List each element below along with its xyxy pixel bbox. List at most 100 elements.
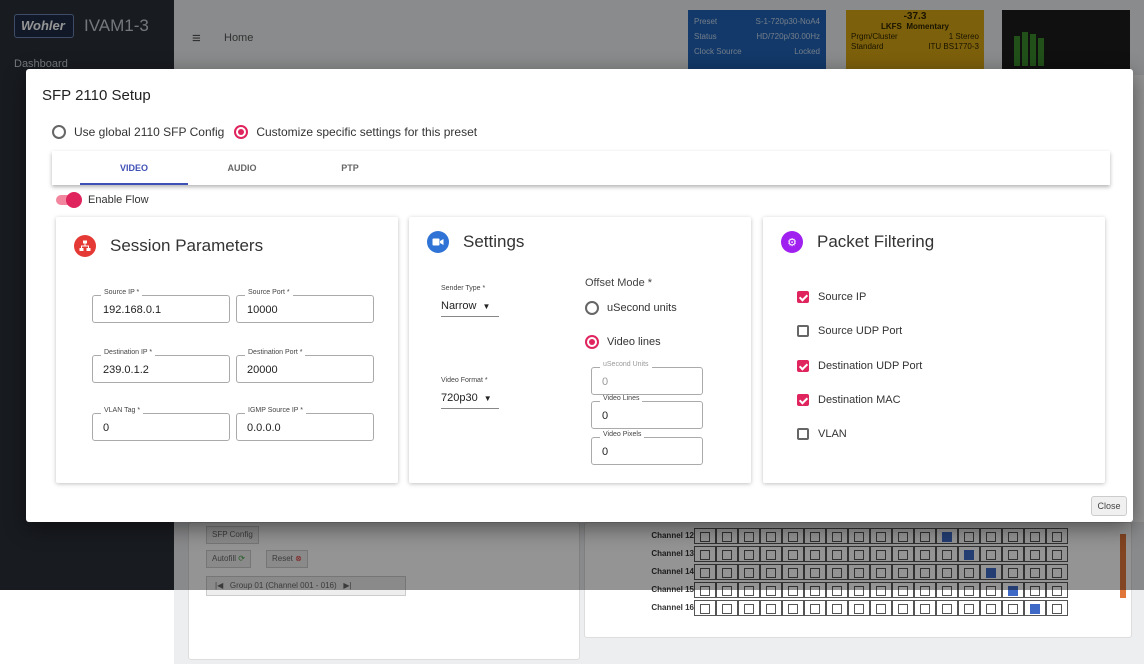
custom-settings-label[interactable]: Customize specific settings for this pre…	[256, 125, 477, 139]
destination-port-label: Destination Port *	[245, 349, 306, 356]
session-parameters-card: Session Parameters Source IP * 192.168.0.…	[56, 217, 398, 483]
channel-checkbox[interactable]	[738, 600, 760, 616]
igmp-source-ip-value[interactable]: 0.0.0.0	[247, 422, 281, 434]
igmp-source-ip-field[interactable]: IGMP Source IP * 0.0.0.0	[236, 407, 374, 441]
source-port-value[interactable]: 10000	[247, 304, 278, 316]
source-ip-value[interactable]: 192.168.0.1	[103, 304, 161, 316]
usecond-units-field[interactable]: uSecond Units 0	[591, 361, 703, 395]
channel-row	[694, 600, 1068, 616]
video-pixels-value[interactable]: 0	[602, 446, 608, 458]
destination-ip-field[interactable]: Destination IP * 239.0.1.2	[92, 349, 230, 383]
settings-card: Settings Sender Type * Narrow ▼ Video For…	[409, 217, 751, 483]
packet-filtering-card: ⚙ Packet Filtering Source IP Source UDP …	[763, 217, 1105, 483]
custom-settings-radio[interactable]	[234, 125, 249, 139]
source-ip-field[interactable]: Source IP * 192.168.0.1	[92, 289, 230, 323]
network-icon	[74, 235, 96, 257]
video-lines-option[interactable]: Video lines	[585, 335, 661, 349]
enable-flow-toggle[interactable]	[56, 192, 82, 208]
sfp-2110-setup-dialog: SFP 2110 Setup Use global 2110 SFP Confi…	[26, 69, 1133, 522]
video-pixels-field[interactable]: Video Pixels 0	[591, 431, 703, 465]
channel-checkbox[interactable]	[804, 600, 826, 616]
sender-type-select[interactable]: Sender Type * Narrow ▼	[441, 285, 499, 317]
usecond-units-option[interactable]: uSecond units	[585, 301, 677, 315]
enable-flow-label: Enable Flow	[88, 194, 149, 206]
channel-checkbox[interactable]	[892, 600, 914, 616]
dropdown-arrow-icon: ▼	[483, 393, 492, 403]
vlan-tag-value[interactable]: 0	[103, 422, 109, 434]
source-ip-label: Source IP *	[101, 289, 143, 296]
video-lines-field-label: Video Lines	[600, 395, 643, 402]
video-lines-label: Video lines	[607, 336, 661, 348]
vlan-tag-field[interactable]: VLAN Tag * 0	[92, 407, 230, 441]
checkbox[interactable]	[797, 325, 809, 337]
video-format-label: Video Format *	[441, 377, 488, 384]
channel-checkbox[interactable]	[914, 600, 936, 616]
channel-checkbox[interactable]	[826, 600, 848, 616]
destination-port-field[interactable]: Destination Port * 20000	[236, 349, 374, 383]
settings-header: Settings	[427, 231, 524, 253]
filter-label: Source UDP Port	[818, 325, 903, 337]
session-parameters-header: Session Parameters	[74, 235, 263, 257]
filter-label: Source IP	[818, 291, 867, 303]
channel-checkbox[interactable]	[1024, 600, 1046, 616]
filter-vlan[interactable]: VLAN	[797, 428, 847, 440]
global-config-radio[interactable]	[52, 125, 66, 139]
config-scope: Use global 2110 SFP Config Customize spe…	[52, 125, 477, 139]
global-config-label[interactable]: Use global 2110 SFP Config	[74, 125, 224, 139]
app-root: Wohler IVAM1-3 Dashboard ≡ Home Preset S-…	[0, 0, 1144, 664]
channel-checkbox[interactable]	[936, 600, 958, 616]
close-button[interactable]: Close	[1091, 496, 1127, 516]
channel-checkbox[interactable]	[716, 600, 738, 616]
channel-checkbox[interactable]	[870, 600, 892, 616]
destination-port-value[interactable]: 20000	[247, 364, 278, 376]
sender-type-label: Sender Type *	[441, 285, 486, 292]
checkbox[interactable]	[797, 291, 809, 303]
gear-icon: ⚙	[781, 231, 803, 253]
channel-checkbox[interactable]	[958, 600, 980, 616]
source-port-field[interactable]: Source Port * 10000	[236, 289, 374, 323]
channel-checkbox[interactable]	[782, 600, 804, 616]
video-lines-value[interactable]: 0	[602, 410, 608, 422]
tab-bar: VIDEO AUDIO PTP	[52, 151, 1110, 185]
usecond-units-label: uSecond units	[607, 302, 677, 314]
checkbox[interactable]	[797, 394, 809, 406]
session-parameters-title: Session Parameters	[110, 236, 264, 255]
channel-checkbox[interactable]	[694, 600, 716, 616]
sender-type-value: Narrow	[441, 300, 477, 312]
video-format-value: 720p30	[441, 392, 478, 404]
channel-checkbox[interactable]	[980, 600, 1002, 616]
usecond-units-value[interactable]: 0	[602, 376, 608, 388]
destination-ip-value[interactable]: 239.0.1.2	[103, 364, 149, 376]
usecond-units-radio[interactable]	[585, 301, 599, 315]
checkbox[interactable]	[797, 428, 809, 440]
usecond-units-field-label: uSecond Units	[600, 361, 652, 368]
enable-flow-row: Enable Flow	[56, 192, 149, 208]
checkbox[interactable]	[797, 360, 809, 372]
channel-checkbox[interactable]	[760, 600, 782, 616]
tab-audio[interactable]: AUDIO	[188, 151, 296, 185]
vlan-tag-label: VLAN Tag *	[101, 407, 144, 414]
tab-video[interactable]: VIDEO	[80, 151, 188, 185]
offset-mode-label: Offset Mode *	[585, 277, 653, 289]
video-lines-radio[interactable]	[585, 335, 599, 349]
destination-ip-label: Destination IP *	[101, 349, 156, 356]
filter-destination-mac[interactable]: Destination MAC	[797, 394, 901, 406]
channel-label: Channel 16	[651, 603, 694, 612]
source-port-label: Source Port *	[245, 289, 293, 296]
filter-label: Destination MAC	[818, 394, 901, 406]
video-pixels-field-label: Video Pixels	[600, 431, 645, 438]
video-format-select[interactable]: Video Format * 720p30 ▼	[441, 377, 499, 409]
video-lines-field[interactable]: Video Lines 0	[591, 395, 703, 429]
tab-ptp[interactable]: PTP	[296, 151, 404, 185]
packet-filtering-header: ⚙ Packet Filtering	[781, 231, 934, 253]
channel-checkbox[interactable]	[848, 600, 870, 616]
igmp-source-ip-label: IGMP Source IP *	[245, 407, 306, 414]
filter-source-udp-port[interactable]: Source UDP Port	[797, 325, 902, 337]
filter-destination-udp-port[interactable]: Destination UDP Port	[797, 360, 922, 372]
channel-checkbox[interactable]	[1046, 600, 1068, 616]
filter-source-ip[interactable]: Source IP	[797, 291, 866, 303]
video-camera-icon	[427, 231, 449, 253]
channel-checkbox[interactable]	[1002, 600, 1024, 616]
settings-title: Settings	[463, 232, 525, 251]
dropdown-arrow-icon: ▼	[482, 301, 491, 311]
